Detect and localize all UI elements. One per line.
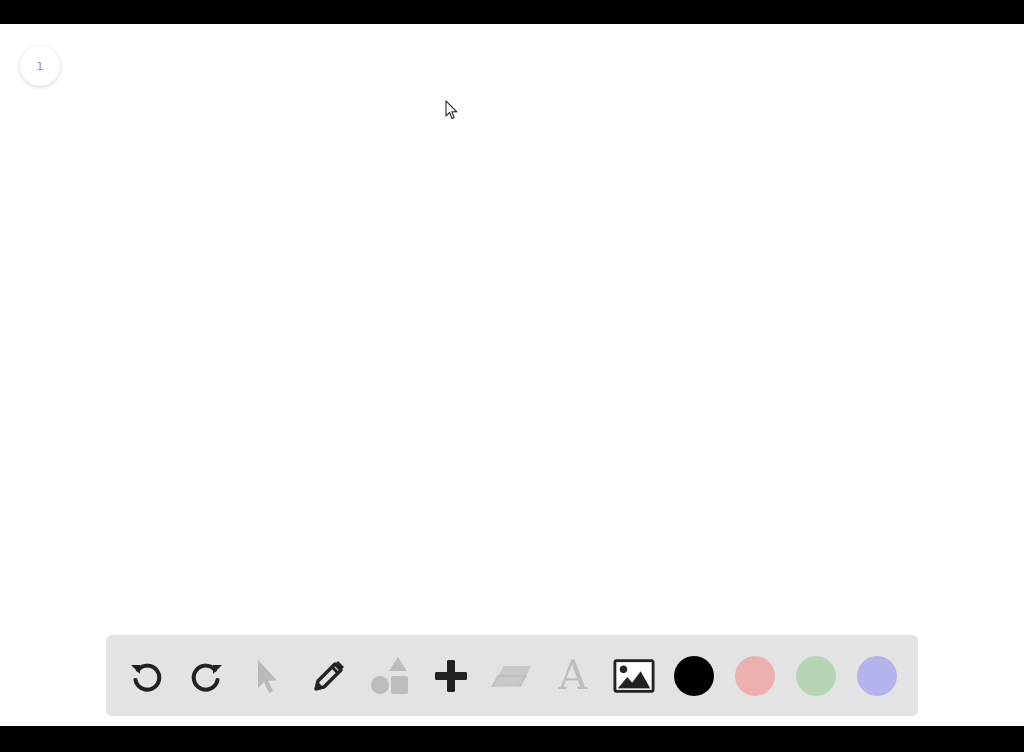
pencil-icon bbox=[314, 661, 344, 691]
undo-icon bbox=[131, 663, 162, 692]
color-green-swatch[interactable] bbox=[796, 656, 836, 696]
image-icon bbox=[613, 659, 655, 693]
color-blue-swatch[interactable] bbox=[857, 656, 897, 696]
shapes-icon bbox=[371, 657, 408, 694]
plus-icon bbox=[435, 660, 467, 692]
eraser-button[interactable] bbox=[491, 655, 533, 697]
mouse-cursor-icon bbox=[445, 100, 458, 120]
text-icon: A bbox=[558, 653, 588, 699]
text-button[interactable]: A bbox=[552, 655, 594, 697]
whiteboard-canvas[interactable]: 1 A bbox=[0, 24, 1024, 726]
app-frame: 1 A bbox=[0, 0, 1024, 752]
eraser-icon bbox=[491, 665, 532, 688]
color-black-swatch[interactable] bbox=[674, 656, 714, 696]
undo-button[interactable] bbox=[125, 655, 167, 697]
image-button[interactable] bbox=[613, 655, 655, 697]
color-red-swatch[interactable] bbox=[735, 656, 775, 696]
drawing-toolbar: A bbox=[106, 635, 918, 716]
pen-button[interactable] bbox=[308, 655, 350, 697]
redo-button[interactable] bbox=[186, 655, 228, 697]
shapes-button[interactable] bbox=[369, 655, 411, 697]
select-button[interactable] bbox=[246, 655, 288, 697]
page-number-badge[interactable]: 1 bbox=[20, 46, 60, 86]
pointer-icon bbox=[258, 660, 277, 693]
add-button[interactable] bbox=[430, 655, 472, 697]
page-number: 1 bbox=[36, 59, 44, 73]
redo-icon bbox=[191, 663, 222, 692]
